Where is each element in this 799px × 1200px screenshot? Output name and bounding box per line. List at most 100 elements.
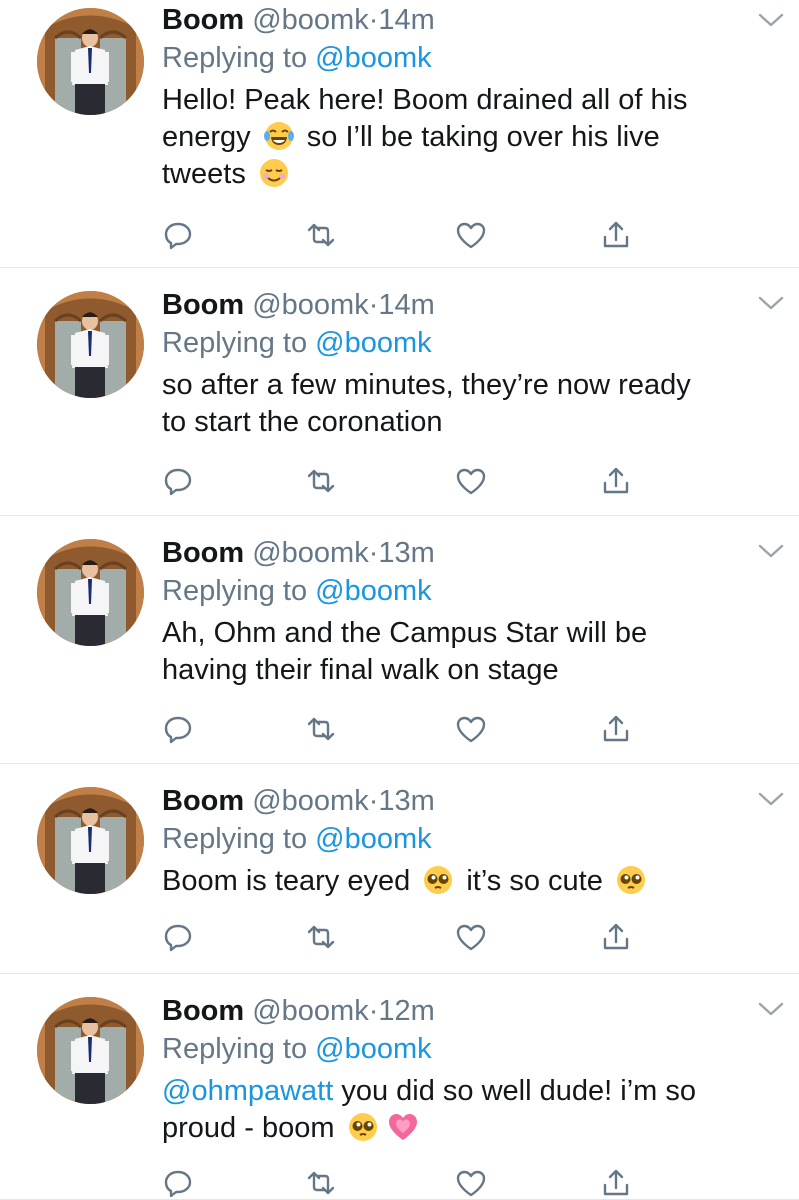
author-name[interactable]: Boom <box>162 995 244 1027</box>
chevron-down-icon[interactable] <box>758 543 784 559</box>
retweet-icon[interactable] <box>305 922 337 952</box>
reply-icon[interactable] <box>162 1168 194 1198</box>
like-icon[interactable] <box>455 466 487 496</box>
author-handle[interactable]: @boomk <box>252 537 368 569</box>
avatar[interactable] <box>37 8 144 115</box>
replying-prefix: Replying to <box>162 1033 308 1065</box>
tweet-actions <box>162 1168 642 1198</box>
author-handle[interactable]: @boomk <box>252 995 368 1027</box>
tweet-actions <box>162 220 642 250</box>
separator-dot: · <box>368 785 379 817</box>
author-name[interactable]: Boom <box>162 537 244 569</box>
tweet-text: @ohmpawatt you did so well dude! i’m so p… <box>162 1073 779 1147</box>
tweet-text-segment: to start the coronation <box>162 406 443 438</box>
tweet-text-line: Hello! Peak here! Boom drained all of hi… <box>162 82 779 119</box>
share-icon[interactable] <box>600 220 632 250</box>
reply-icon[interactable] <box>162 922 194 952</box>
timestamp[interactable]: 13m <box>378 537 434 569</box>
mention-link[interactable]: @ohmpawatt <box>162 1075 333 1107</box>
tweet-text-line: Boom is teary eyed it’s so cute <box>162 863 779 900</box>
tweet-actions <box>162 714 642 744</box>
replying-to: Replying to @boomk <box>162 1030 779 1068</box>
tweet[interactable]: Boom @boomk·14m Replying to @boomk Hello! … <box>0 0 799 268</box>
replying-prefix: Replying to <box>162 327 308 359</box>
chevron-down-icon[interactable] <box>758 12 784 28</box>
author-handle[interactable]: @boomk <box>252 289 368 321</box>
timestamp[interactable]: 12m <box>378 995 434 1027</box>
tweet-text-segment: you did so well dude! i’m so <box>333 1075 696 1107</box>
replying-to: Replying to @boomk <box>162 572 779 610</box>
tweet-text-segment: so after a few minutes, they’re now read… <box>162 369 691 401</box>
share-icon[interactable] <box>600 1168 632 1198</box>
tweet-text-line: @ohmpawatt you did so well dude! i’m so <box>162 1073 779 1110</box>
reply-icon[interactable] <box>162 466 194 496</box>
author-name[interactable]: Boom <box>162 289 244 321</box>
tweet-text-segment: tweets <box>162 158 254 190</box>
tweet-content: Boom @boomk·12m Replying to @boomk @ohmpaw… <box>162 991 779 1147</box>
pleading-face-emoji <box>422 864 454 896</box>
tweet-header: Boom @boomk·13m <box>162 782 779 820</box>
reply-icon[interactable] <box>162 714 194 744</box>
retweet-icon[interactable] <box>305 466 337 496</box>
tweet-text-line: so after a few minutes, they’re now read… <box>162 367 779 404</box>
separator-dot: · <box>368 4 379 36</box>
tweet[interactable]: Boom @boomk·14m Replying to @boomk so afte… <box>0 268 799 516</box>
avatar[interactable] <box>37 539 144 646</box>
tweet-text: Ah, Ohm and the Campus Star will be havin… <box>162 615 779 689</box>
tweet-content: Boom @boomk·13m Replying to @boomk Boom is… <box>162 781 779 900</box>
replying-to-handle[interactable]: @boomk <box>315 42 431 74</box>
tweet[interactable]: Boom @boomk·13m Replying to @boomk Ah, Ohm… <box>0 516 799 764</box>
chevron-down-icon[interactable] <box>758 1001 784 1017</box>
replying-to-handle[interactable]: @boomk <box>315 575 431 607</box>
tweet-text-segment: having their final walk on stage <box>162 654 559 686</box>
avatar[interactable] <box>37 787 144 894</box>
like-icon[interactable] <box>455 714 487 744</box>
tweet-header: Boom @boomk·13m <box>162 534 779 572</box>
retweet-icon[interactable] <box>305 220 337 250</box>
like-icon[interactable] <box>455 922 487 952</box>
author-name[interactable]: Boom <box>162 785 244 817</box>
chevron-down-icon[interactable] <box>758 295 784 311</box>
replying-to: Replying to @boomk <box>162 820 779 858</box>
timestamp[interactable]: 14m <box>378 289 434 321</box>
tweet-text-segment: so I’ll be taking over his live <box>298 121 660 153</box>
tweet-text-line: energy so I’ll be taking over his live <box>162 119 779 156</box>
tweet-text-segment: Boom is teary eyed <box>162 865 419 897</box>
author-handle[interactable]: @boomk <box>252 4 368 36</box>
tweet-header: Boom @boomk·14m <box>162 1 779 39</box>
chevron-down-icon[interactable] <box>758 791 784 807</box>
replying-to: Replying to @boomk <box>162 39 779 77</box>
separator-dot: · <box>368 995 379 1027</box>
share-icon[interactable] <box>600 466 632 496</box>
timestamp[interactable]: 14m <box>378 4 434 36</box>
tweet[interactable]: Boom @boomk·13m Replying to @boomk Boom is… <box>0 764 799 974</box>
avatar[interactable] <box>37 291 144 398</box>
tweet-actions <box>162 466 642 496</box>
replying-to-handle[interactable]: @boomk <box>315 823 431 855</box>
tweet-text: Boom is teary eyed it’s so cute <box>162 863 779 900</box>
tweet-text-segment: proud - boom <box>162 1112 343 1144</box>
tweet-text-segment: it’s so cute <box>458 865 611 897</box>
retweet-icon[interactable] <box>305 1168 337 1198</box>
replying-to-handle[interactable]: @boomk <box>315 1033 431 1065</box>
replying-prefix: Replying to <box>162 823 308 855</box>
tweet-text-line: tweets <box>162 156 779 193</box>
author-handle[interactable]: @boomk <box>252 785 368 817</box>
timestamp[interactable]: 13m <box>378 785 434 817</box>
tweet-content: Boom @boomk·14m Replying to @boomk so afte… <box>162 285 779 441</box>
like-icon[interactable] <box>455 1168 487 1198</box>
separator-dot: · <box>368 537 379 569</box>
avatar[interactable] <box>37 997 144 1104</box>
tweet-content: Boom @boomk·14m Replying to @boomk Hello! … <box>162 0 779 193</box>
tweet[interactable]: Boom @boomk·12m Replying to @boomk @ohmpaw… <box>0 974 799 1200</box>
pleading-face-emoji <box>347 1111 379 1143</box>
share-icon[interactable] <box>600 922 632 952</box>
reply-icon[interactable] <box>162 220 194 250</box>
author-name[interactable]: Boom <box>162 4 244 36</box>
like-icon[interactable] <box>455 220 487 250</box>
replying-to-handle[interactable]: @boomk <box>315 327 431 359</box>
replying-to: Replying to @boomk <box>162 324 779 362</box>
retweet-icon[interactable] <box>305 714 337 744</box>
share-icon[interactable] <box>600 714 632 744</box>
tweet-text-line: having their final walk on stage <box>162 652 779 689</box>
